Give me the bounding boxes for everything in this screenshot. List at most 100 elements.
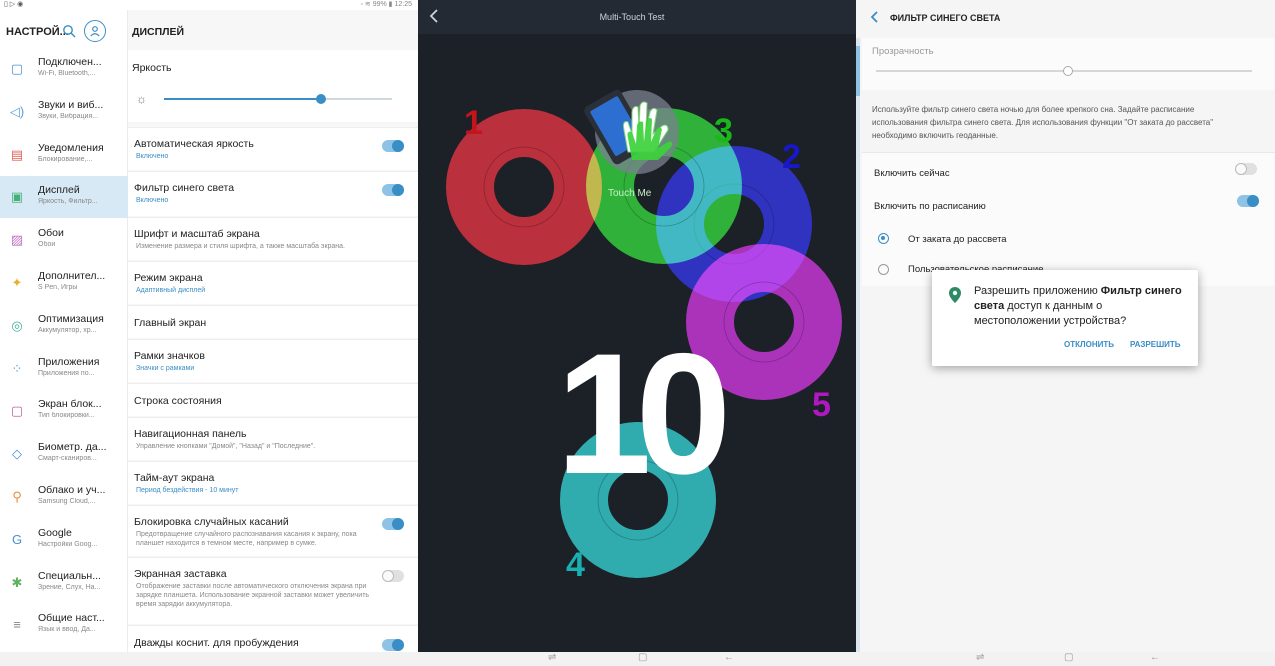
back-chevron-icon[interactable] (870, 10, 880, 27)
settings-row-3[interactable]: Шрифт и масштаб экрана Изменение размера … (128, 218, 418, 260)
settings-row-7[interactable]: Строка состояния (128, 384, 418, 416)
recent-apps-icon[interactable]: ⇌ (548, 652, 556, 663)
sidebar-item-icon: ◎ (11, 317, 23, 333)
sidebar-item-subtitle: Блокирование,... (38, 155, 93, 163)
sidebar-item-subtitle: Обои (38, 241, 56, 249)
option-sunset-label: От заката до рассвета (908, 234, 1007, 245)
dialog-message-pre: Разрешить приложению (974, 285, 1101, 297)
sidebar-item-12[interactable]: G Google Настройки Goog... (0, 519, 128, 561)
option-sunset-row[interactable]: От заката до рассвета (862, 226, 1275, 256)
sidebar-item-icon: G (11, 531, 23, 547)
sidebar-item-4[interactable]: ▣ Дисплей Яркость, Фильтр... (0, 176, 128, 219)
sidebar-item-subtitle: Wi-Fi, Bluetooth,... (38, 70, 96, 77)
sidebar-item-label: Биометр. да... (38, 441, 107, 454)
radio-sunset[interactable] (878, 233, 889, 244)
settings-row-11[interactable]: Экранная заставка Отображение заставки по… (128, 558, 418, 624)
sidebar-item-5[interactable]: ▨ Обои Обои (0, 219, 128, 261)
sidebar-item-subtitle: Зрение, Слух, На... (38, 583, 101, 591)
sidebar-item-3[interactable]: ▤ Уведомления Блокирование,... (0, 134, 128, 176)
settings-row-subtitle: Значки с рамками (136, 365, 195, 372)
brightness-icon: ☼ (136, 92, 147, 106)
sidebar-item-label: Экран блок... (38, 398, 102, 411)
sidebar-item-2[interactable]: ◁) Звуки и виб... Звуки, Вибрация... (0, 91, 128, 133)
row-divider (128, 625, 418, 626)
location-pin-icon (949, 287, 961, 303)
settings-row-label: Режим экрана (134, 272, 203, 284)
settings-row-8[interactable]: Навигационная панель Управление кнопками … (128, 418, 418, 460)
settings-row-label: Навигационная панель (134, 428, 247, 440)
home-icon-right[interactable]: ▢ (1064, 652, 1073, 663)
deny-button[interactable]: ОТКЛОНИТЬ (1064, 340, 1114, 349)
multitouch-title: Multi-Touch Test (599, 12, 665, 22)
enable-schedule-row[interactable]: Включить по расписанию (862, 192, 1275, 226)
settings-row-toggle[interactable] (382, 184, 404, 196)
enable-schedule-toggle[interactable] (1237, 195, 1259, 207)
row-divider (128, 339, 418, 340)
sidebar-item-1[interactable]: ▢ Подключен... Wi-Fi, Bluetooth,... (0, 48, 128, 90)
opacity-label: Прозрачность (872, 46, 934, 57)
settings-row-label: Экранная заставка (134, 568, 227, 580)
sidebar-item-label: Общие наст... (38, 612, 105, 625)
sidebar-item-label: Обои (38, 227, 64, 240)
row-divider (128, 505, 418, 506)
settings-row-5[interactable]: Главный экран (128, 306, 418, 338)
sidebar-item-icon: ▢ (10, 403, 24, 419)
sidebar-item-7[interactable]: ◎ Оптимизация Аккумулятор, хр... (0, 305, 128, 347)
enable-now-toggle[interactable] (1235, 163, 1257, 175)
brightness-slider-thumb[interactable] (316, 94, 327, 104)
enable-now-row[interactable]: Включить сейчас (862, 152, 1275, 192)
sidebar-item-9[interactable]: ▢ Экран блок... Тип блокировки... (0, 390, 128, 432)
settings-row-toggle[interactable] (382, 639, 404, 651)
radio-custom[interactable] (878, 264, 889, 275)
recent-apps-icon-right[interactable]: ⇌ (976, 652, 984, 663)
row-divider (128, 417, 418, 418)
brightness-card: Яркость ☼ (128, 50, 418, 122)
sidebar-item-13[interactable]: ✱ Специальн... Зрение, Слух, На... (0, 562, 128, 604)
settings-row-4[interactable]: Режим экрана Адаптивный дисплей (128, 262, 418, 304)
sidebar-item-icon: ◁) (9, 103, 25, 119)
settings-row-2[interactable]: Фильтр синего света Включено (128, 172, 418, 216)
settings-row-1[interactable]: Автоматическая яркость Включено (128, 128, 418, 170)
search-icon[interactable] (62, 24, 78, 40)
account-icon[interactable] (84, 20, 106, 42)
sidebar-item-subtitle: Аккумулятор, хр... (38, 326, 97, 334)
sidebar-item-subtitle: Samsung Cloud,... (38, 498, 96, 505)
sidebar-item-8[interactable]: ⁘ Приложения Приложения по... (0, 348, 128, 390)
opacity-slider-thumb[interactable] (1062, 66, 1073, 76)
settings-row-10[interactable]: Блокировка случайных касаний Предотвращен… (128, 506, 418, 556)
sidebar-item-subtitle: Смарт-сканиров... (38, 455, 97, 463)
settings-row-toggle[interactable] (382, 518, 404, 530)
settings-row-subtitle: Включено (136, 197, 169, 204)
system-navigation-bar: ⇌ ▢ ← ⇌ ▢ ← (0, 652, 1275, 666)
settings-row-label: Шрифт и масштаб экрана (134, 228, 260, 240)
back-icon[interactable]: ← (724, 652, 734, 663)
sidebar-item-11[interactable]: ⚲ Облако и уч... Samsung Cloud,... (0, 476, 128, 518)
blue-light-filter-screen: ФИЛЬТР СИНЕГО СВЕТА Прозрачность Использ… (856, 0, 1275, 652)
finger-number-1: 1 (464, 104, 483, 142)
settings-row-label: Главный экран (134, 317, 207, 329)
allow-button[interactable]: РАЗРЕШИТЬ (1130, 340, 1181, 349)
row-divider (128, 557, 418, 558)
sidebar-item-icon: ◇ (12, 446, 22, 462)
row-divider (128, 127, 418, 128)
settings-row-toggle[interactable] (382, 570, 404, 582)
sidebar-item-subtitle: Настройки Goog... (38, 540, 98, 548)
status-icons-right: ◦ ≋ 99% ▮ 12:25 (360, 1, 412, 8)
sidebar-item-6[interactable]: ✦ Дополнител... S Pen, Игры (0, 262, 128, 304)
status-bar: ▯ ▷ ◉ ◦ ≋ 99% ▮ 12:25 (0, 0, 418, 10)
home-icon[interactable]: ▢ (638, 652, 647, 663)
sidebar-item-10[interactable]: ◇ Биометр. да... Смарт-сканиров... (0, 433, 128, 475)
sidebar-item-14[interactable]: ≡ Общие наст... Язык и ввод, Да... (0, 604, 128, 646)
blue-filter-description: Используйте фильтр синего света ночью дл… (872, 105, 1214, 140)
blue-filter-title: ФИЛЬТР СИНЕГО СВЕТА (890, 13, 1001, 23)
multitouch-test-screen: Multi-Touch Test Touch Me 10 1 2 3 4 5 (418, 0, 856, 652)
sidebar-item-label: Дополнител... (38, 270, 106, 282)
sidebar-item-icon: ⚲ (12, 489, 22, 504)
settings-row-9[interactable]: Тайм-аут экрана Период бездействия - 10 м… (128, 462, 418, 504)
back-icon-right[interactable]: ← (1150, 652, 1160, 663)
row-divider (128, 305, 418, 306)
settings-row-6[interactable]: Рамки значков Значки с рамками (128, 340, 418, 382)
sidebar-item-label: Оптимизация (38, 312, 104, 325)
settings-row-toggle[interactable] (382, 140, 404, 152)
page-title: ДИСПЛЕЙ (132, 26, 185, 38)
